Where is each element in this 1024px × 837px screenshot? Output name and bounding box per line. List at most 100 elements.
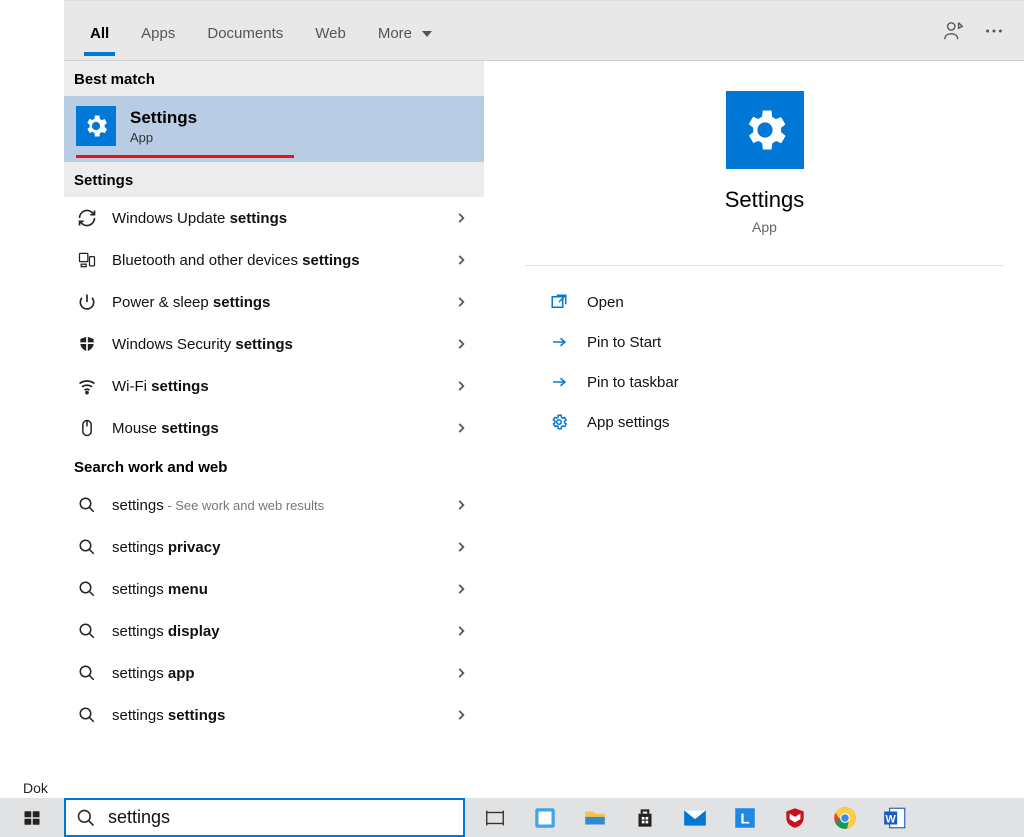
power-icon xyxy=(76,291,98,313)
pin-icon xyxy=(549,372,569,392)
action-open[interactable]: Open xyxy=(525,282,1004,322)
search-icon xyxy=(76,662,98,684)
web-result[interactable]: settings - See work and web results xyxy=(64,484,484,526)
search-icon xyxy=(76,620,98,642)
result-label: settings - See work and web results xyxy=(112,497,440,514)
tab-more-label: More xyxy=(378,25,412,42)
result-label: settings app xyxy=(112,665,440,682)
chevron-right-icon xyxy=(454,295,472,309)
chevron-right-icon xyxy=(454,337,472,351)
search-tab-bar: All Apps Documents Web More xyxy=(64,1,1024,61)
action-pin-taskbar-label: Pin to taskbar xyxy=(587,374,679,391)
results-pane: Best match Settings App Settings Windows… xyxy=(64,61,485,799)
search-icon xyxy=(76,494,98,516)
feedback-icon[interactable] xyxy=(934,1,974,61)
taskbar-app-mail[interactable] xyxy=(673,798,717,837)
shield-icon xyxy=(76,333,98,355)
best-match-result[interactable]: Settings App xyxy=(64,96,484,162)
search-box[interactable] xyxy=(64,798,465,837)
result-label: settings menu xyxy=(112,581,440,598)
action-app-settings-label: App settings xyxy=(587,414,670,431)
background-window-text: Dok xyxy=(23,780,48,796)
settings-result[interactable]: Bluetooth and other devices settings xyxy=(64,239,484,281)
result-label: Windows Update settings xyxy=(112,210,440,227)
search-icon xyxy=(76,808,96,828)
taskbar-app-word[interactable]: W xyxy=(873,798,917,837)
chevron-right-icon xyxy=(454,624,472,638)
section-search-web: Search work and web xyxy=(64,449,484,484)
chevron-right-icon xyxy=(454,666,472,680)
result-label: Mouse settings xyxy=(112,420,440,437)
search-icon xyxy=(76,704,98,726)
taskbar-app-generic[interactable]: L xyxy=(723,798,767,837)
best-match-subtitle: App xyxy=(130,130,197,145)
chevron-right-icon xyxy=(454,498,472,512)
settings-result[interactable]: Power & sleep settings xyxy=(64,281,484,323)
result-label: Bluetooth and other devices settings xyxy=(112,252,440,269)
web-result[interactable]: settings menu xyxy=(64,568,484,610)
chevron-right-icon xyxy=(454,379,472,393)
result-label: settings privacy xyxy=(112,539,440,556)
detail-pane: Settings App Open xyxy=(485,61,1024,799)
web-result[interactable]: settings app xyxy=(64,652,484,694)
svg-text:W: W xyxy=(886,813,897,825)
taskbar-app-store[interactable] xyxy=(623,798,667,837)
tab-web[interactable]: Web xyxy=(299,5,362,56)
result-label: settings settings xyxy=(112,707,440,724)
wifi-icon xyxy=(76,375,98,397)
chevron-right-icon xyxy=(454,211,472,225)
chevron-down-icon xyxy=(422,31,432,37)
gear-icon xyxy=(549,412,569,432)
tab-more[interactable]: More xyxy=(362,5,448,56)
chevron-right-icon xyxy=(454,540,472,554)
search-input[interactable] xyxy=(106,806,453,829)
result-label: Wi-Fi settings xyxy=(112,378,440,395)
tab-documents[interactable]: Documents xyxy=(191,5,299,56)
section-settings: Settings xyxy=(64,162,484,197)
settings-result[interactable]: Mouse settings xyxy=(64,407,484,449)
svg-text:L: L xyxy=(740,810,749,827)
taskbar-app-mcafee[interactable] xyxy=(773,798,817,837)
best-match-title: Settings xyxy=(130,108,197,128)
taskbar-app-chrome[interactable] xyxy=(823,798,867,837)
section-best-match: Best match xyxy=(64,61,484,96)
start-button[interactable] xyxy=(0,798,64,837)
options-icon[interactable] xyxy=(974,1,1014,61)
result-label: settings display xyxy=(112,623,440,640)
taskbar-app-notepad[interactable] xyxy=(523,798,567,837)
result-label: Power & sleep settings xyxy=(112,294,440,311)
settings-result[interactable]: Wi-Fi settings xyxy=(64,365,484,407)
annotation-underline xyxy=(76,155,294,158)
settings-result[interactable]: Windows Update settings xyxy=(64,197,484,239)
detail-app-name: Settings xyxy=(725,187,805,213)
tab-apps[interactable]: Apps xyxy=(125,5,191,56)
devices-icon xyxy=(76,249,98,271)
chevron-right-icon xyxy=(454,582,472,596)
gear-icon xyxy=(76,106,116,146)
web-result[interactable]: settings settings xyxy=(64,694,484,736)
taskbar-app-explorer[interactable] xyxy=(573,798,617,837)
web-result[interactable]: settings display xyxy=(64,610,484,652)
search-window: All Apps Documents Web More Best match xyxy=(64,0,1024,799)
result-label: Windows Security settings xyxy=(112,336,440,353)
action-pin-taskbar[interactable]: Pin to taskbar xyxy=(525,362,1004,402)
detail-app-type: App xyxy=(752,219,777,235)
refresh-icon xyxy=(76,207,98,229)
action-open-label: Open xyxy=(587,294,624,311)
search-icon xyxy=(76,578,98,600)
chevron-right-icon xyxy=(454,421,472,435)
task-view-icon[interactable] xyxy=(473,798,517,837)
chevron-right-icon xyxy=(454,708,472,722)
chevron-right-icon xyxy=(454,253,472,267)
settings-result[interactable]: Windows Security settings xyxy=(64,323,484,365)
tab-all[interactable]: All xyxy=(74,5,125,56)
pin-icon xyxy=(549,332,569,352)
search-icon xyxy=(76,536,98,558)
action-pin-start-label: Pin to Start xyxy=(587,334,661,351)
action-app-settings[interactable]: App settings xyxy=(525,402,1004,442)
gear-icon xyxy=(726,91,804,169)
mouse-icon xyxy=(76,417,98,439)
action-pin-start[interactable]: Pin to Start xyxy=(525,322,1004,362)
web-result[interactable]: settings privacy xyxy=(64,526,484,568)
open-icon xyxy=(549,292,569,312)
